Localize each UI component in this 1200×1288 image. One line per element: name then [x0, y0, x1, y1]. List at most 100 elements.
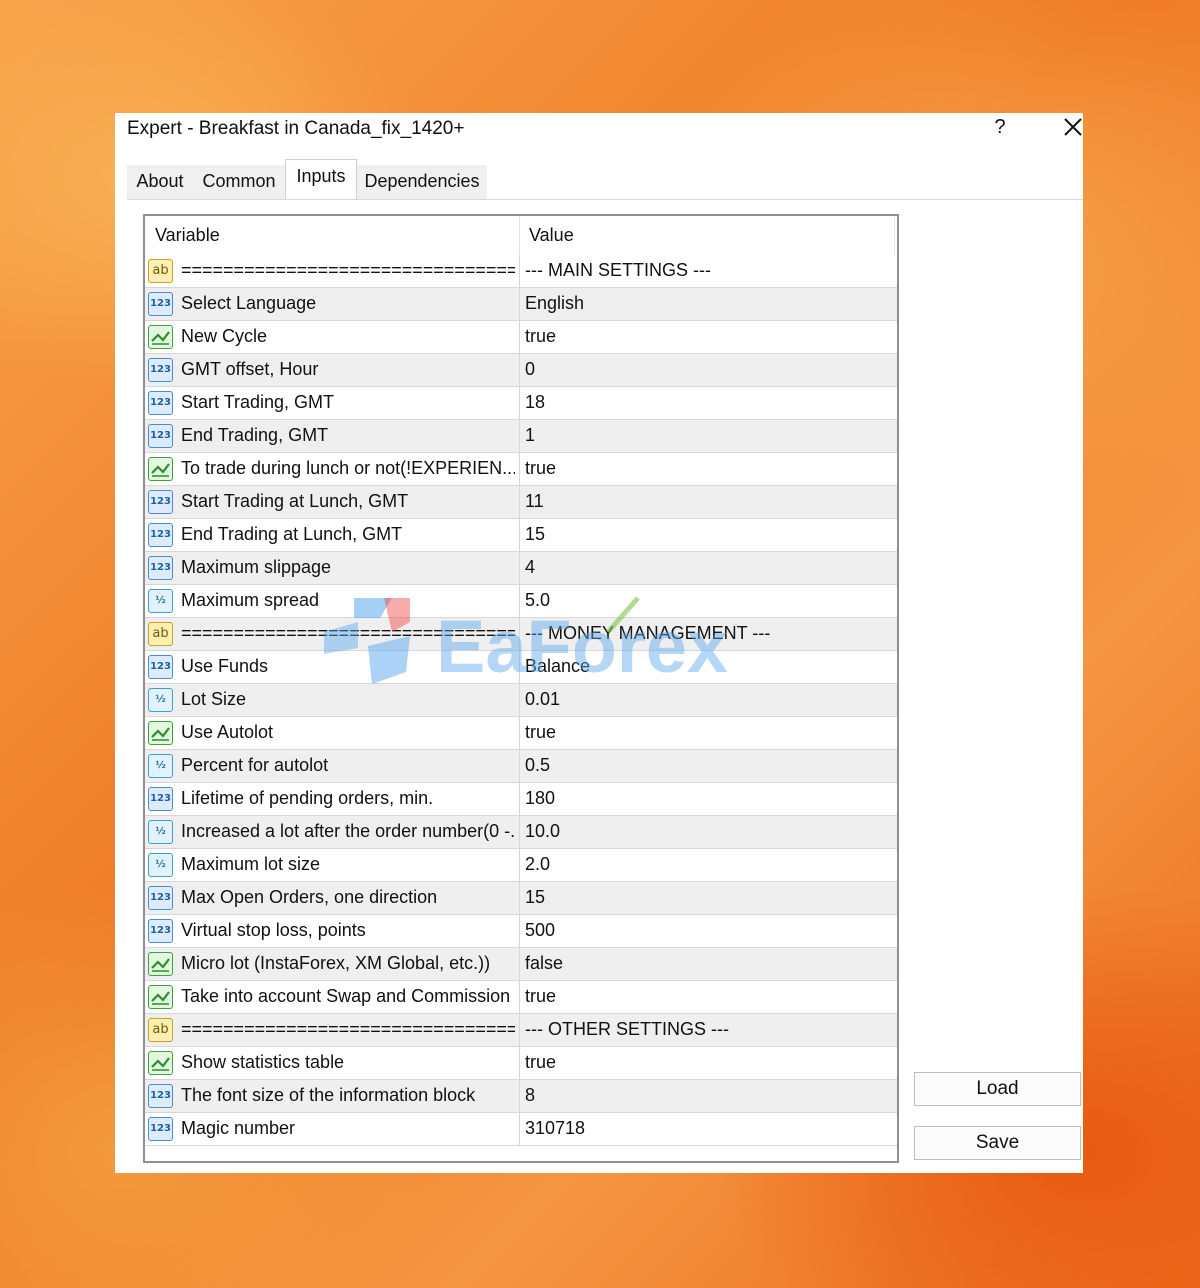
value-cell[interactable]: 0 — [525, 359, 535, 380]
variable-cell: Percent for autolot — [181, 755, 329, 775]
value-cell[interactable]: --- MONEY MANAGEMENT --- — [525, 623, 770, 644]
value-cell[interactable]: 15 — [525, 887, 545, 908]
title-bar: Expert - Breakfast in Canada_fix_1420+ ? — [115, 113, 1083, 145]
value-cell[interactable]: true — [525, 986, 556, 1007]
value-cell[interactable]: 2.0 — [525, 854, 550, 875]
variable-cell: Magic number — [181, 1118, 296, 1138]
help-button[interactable]: ? — [993, 116, 1007, 139]
value-cell[interactable]: --- OTHER SETTINGS --- — [525, 1019, 729, 1040]
value-cell[interactable]: 180 — [525, 788, 555, 809]
table-row[interactable]: 123 Maximum slippage 4 — [145, 552, 897, 585]
table-row[interactable]: Take into account Swap and Commission tru… — [145, 981, 897, 1014]
value-cell[interactable]: false — [525, 953, 563, 974]
table-row[interactable]: New Cycle true — [145, 321, 897, 354]
table-row[interactable]: 123 Magic number 310718 — [145, 1113, 897, 1146]
integer-type-icon: 123 — [148, 886, 173, 910]
value-cell[interactable]: true — [525, 458, 556, 479]
double-type-icon: ½ — [148, 853, 173, 877]
integer-type-icon: 123 — [148, 391, 173, 415]
boolean-type-icon — [148, 952, 173, 976]
variable-cell: The font size of the information block — [181, 1085, 476, 1105]
table-row[interactable]: Show statistics table true — [145, 1047, 897, 1080]
cell-divider — [519, 519, 520, 552]
boolean-type-icon — [148, 721, 173, 745]
table-row[interactable]: Use Autolot true — [145, 717, 897, 750]
tab-inputs[interactable]: Inputs — [285, 159, 357, 201]
grid-header: Variable Value — [145, 216, 897, 255]
variable-cell: ================================ — [181, 623, 515, 643]
cell-divider — [519, 618, 520, 651]
cell-divider — [519, 486, 520, 519]
value-cell[interactable]: 0.5 — [525, 755, 550, 776]
integer-type-icon: 123 — [148, 919, 173, 943]
boolean-type-icon — [148, 325, 173, 349]
table-row[interactable]: ½ Lot Size 0.01 — [145, 684, 897, 717]
value-cell[interactable]: true — [525, 1052, 556, 1073]
table-row[interactable]: ab ================================ --- MO… — [145, 618, 897, 651]
value-cell[interactable]: 11 — [525, 491, 544, 512]
variable-cell: Maximum lot size — [181, 854, 321, 874]
value-cell[interactable]: 1 — [525, 425, 535, 446]
value-cell[interactable]: Balance — [525, 656, 590, 677]
value-cell[interactable]: 18 — [525, 392, 545, 413]
table-row[interactable]: ½ Maximum lot size 2.0 — [145, 849, 897, 882]
value-cell[interactable]: 5.0 — [525, 590, 550, 611]
value-cell[interactable]: 8 — [525, 1085, 535, 1106]
table-row[interactable]: ½ Percent for autolot 0.5 — [145, 750, 897, 783]
table-row[interactable]: ab ================================ --- MA… — [145, 255, 897, 288]
table-row[interactable]: 123 GMT offset, Hour 0 — [145, 354, 897, 387]
integer-type-icon: 123 — [148, 490, 173, 514]
save-button[interactable]: Save — [914, 1126, 1081, 1160]
value-cell[interactable]: 500 — [525, 920, 555, 941]
cell-divider — [519, 750, 520, 783]
cell-divider — [519, 1080, 520, 1113]
column-divider[interactable] — [519, 216, 520, 255]
cell-divider — [519, 321, 520, 354]
value-cell[interactable]: 15 — [525, 524, 545, 545]
value-cell[interactable]: true — [525, 326, 556, 347]
table-row[interactable]: ab ================================ --- OT… — [145, 1014, 897, 1047]
table-row[interactable]: 123 Start Trading at Lunch, GMT 11 — [145, 486, 897, 519]
variable-cell: New Cycle — [181, 326, 268, 346]
tab-about-label: About — [136, 171, 184, 191]
table-row[interactable]: 123 Start Trading, GMT 18 — [145, 387, 897, 420]
load-button[interactable]: Load — [914, 1072, 1081, 1106]
value-cell[interactable]: 0.01 — [525, 689, 560, 710]
column-header-variable[interactable]: Variable — [155, 225, 220, 246]
integer-type-icon: 123 — [148, 523, 173, 547]
tab-about[interactable]: About — [127, 165, 193, 199]
cell-divider — [519, 1047, 520, 1080]
close-icon[interactable] — [1061, 113, 1083, 141]
table-row[interactable]: To trade during lunch or not(!EXPERIEN..… — [145, 453, 897, 486]
value-cell[interactable]: true — [525, 722, 556, 743]
value-cell[interactable]: English — [525, 293, 584, 314]
integer-type-icon: 123 — [148, 655, 173, 679]
value-cell[interactable]: 310718 — [525, 1118, 585, 1139]
value-cell[interactable]: --- MAIN SETTINGS --- — [525, 260, 711, 281]
value-cell[interactable]: 4 — [525, 557, 535, 578]
cell-divider — [519, 915, 520, 948]
table-row[interactable]: ½ Maximum spread 5.0 — [145, 585, 897, 618]
table-row[interactable]: 123 End Trading, GMT 1 — [145, 420, 897, 453]
table-row[interactable]: 123 Lifetime of pending orders, min. 180 — [145, 783, 897, 816]
value-cell[interactable]: 10.0 — [525, 821, 560, 842]
table-row[interactable]: 123 The font size of the information bloc… — [145, 1080, 897, 1113]
cell-divider — [519, 981, 520, 1014]
variable-cell: Maximum spread — [181, 590, 320, 610]
cell-divider — [519, 585, 520, 618]
table-row[interactable]: 123 Select Language English — [145, 288, 897, 321]
table-row[interactable]: 123 Use Funds Balance — [145, 651, 897, 684]
boolean-type-icon — [148, 1051, 173, 1075]
table-row[interactable]: Micro lot (InstaForex, XM Global, etc.))… — [145, 948, 897, 981]
string-type-icon: ab — [148, 259, 173, 283]
variable-cell: Lifetime of pending orders, min. — [181, 788, 434, 808]
column-header-value[interactable]: Value — [529, 225, 574, 246]
table-row[interactable]: 123 Max Open Orders, one direction 15 — [145, 882, 897, 915]
variable-cell: End Trading at Lunch, GMT — [181, 524, 403, 544]
expert-properties-dialog: Expert - Breakfast in Canada_fix_1420+ ?… — [115, 113, 1083, 1173]
tab-dependencies[interactable]: Dependencies — [357, 165, 487, 199]
table-row[interactable]: 123 Virtual stop loss, points 500 — [145, 915, 897, 948]
tab-common[interactable]: Common — [193, 165, 285, 199]
table-row[interactable]: 123 End Trading at Lunch, GMT 15 — [145, 519, 897, 552]
table-row[interactable]: ½ Increased a lot after the order number(… — [145, 816, 897, 849]
